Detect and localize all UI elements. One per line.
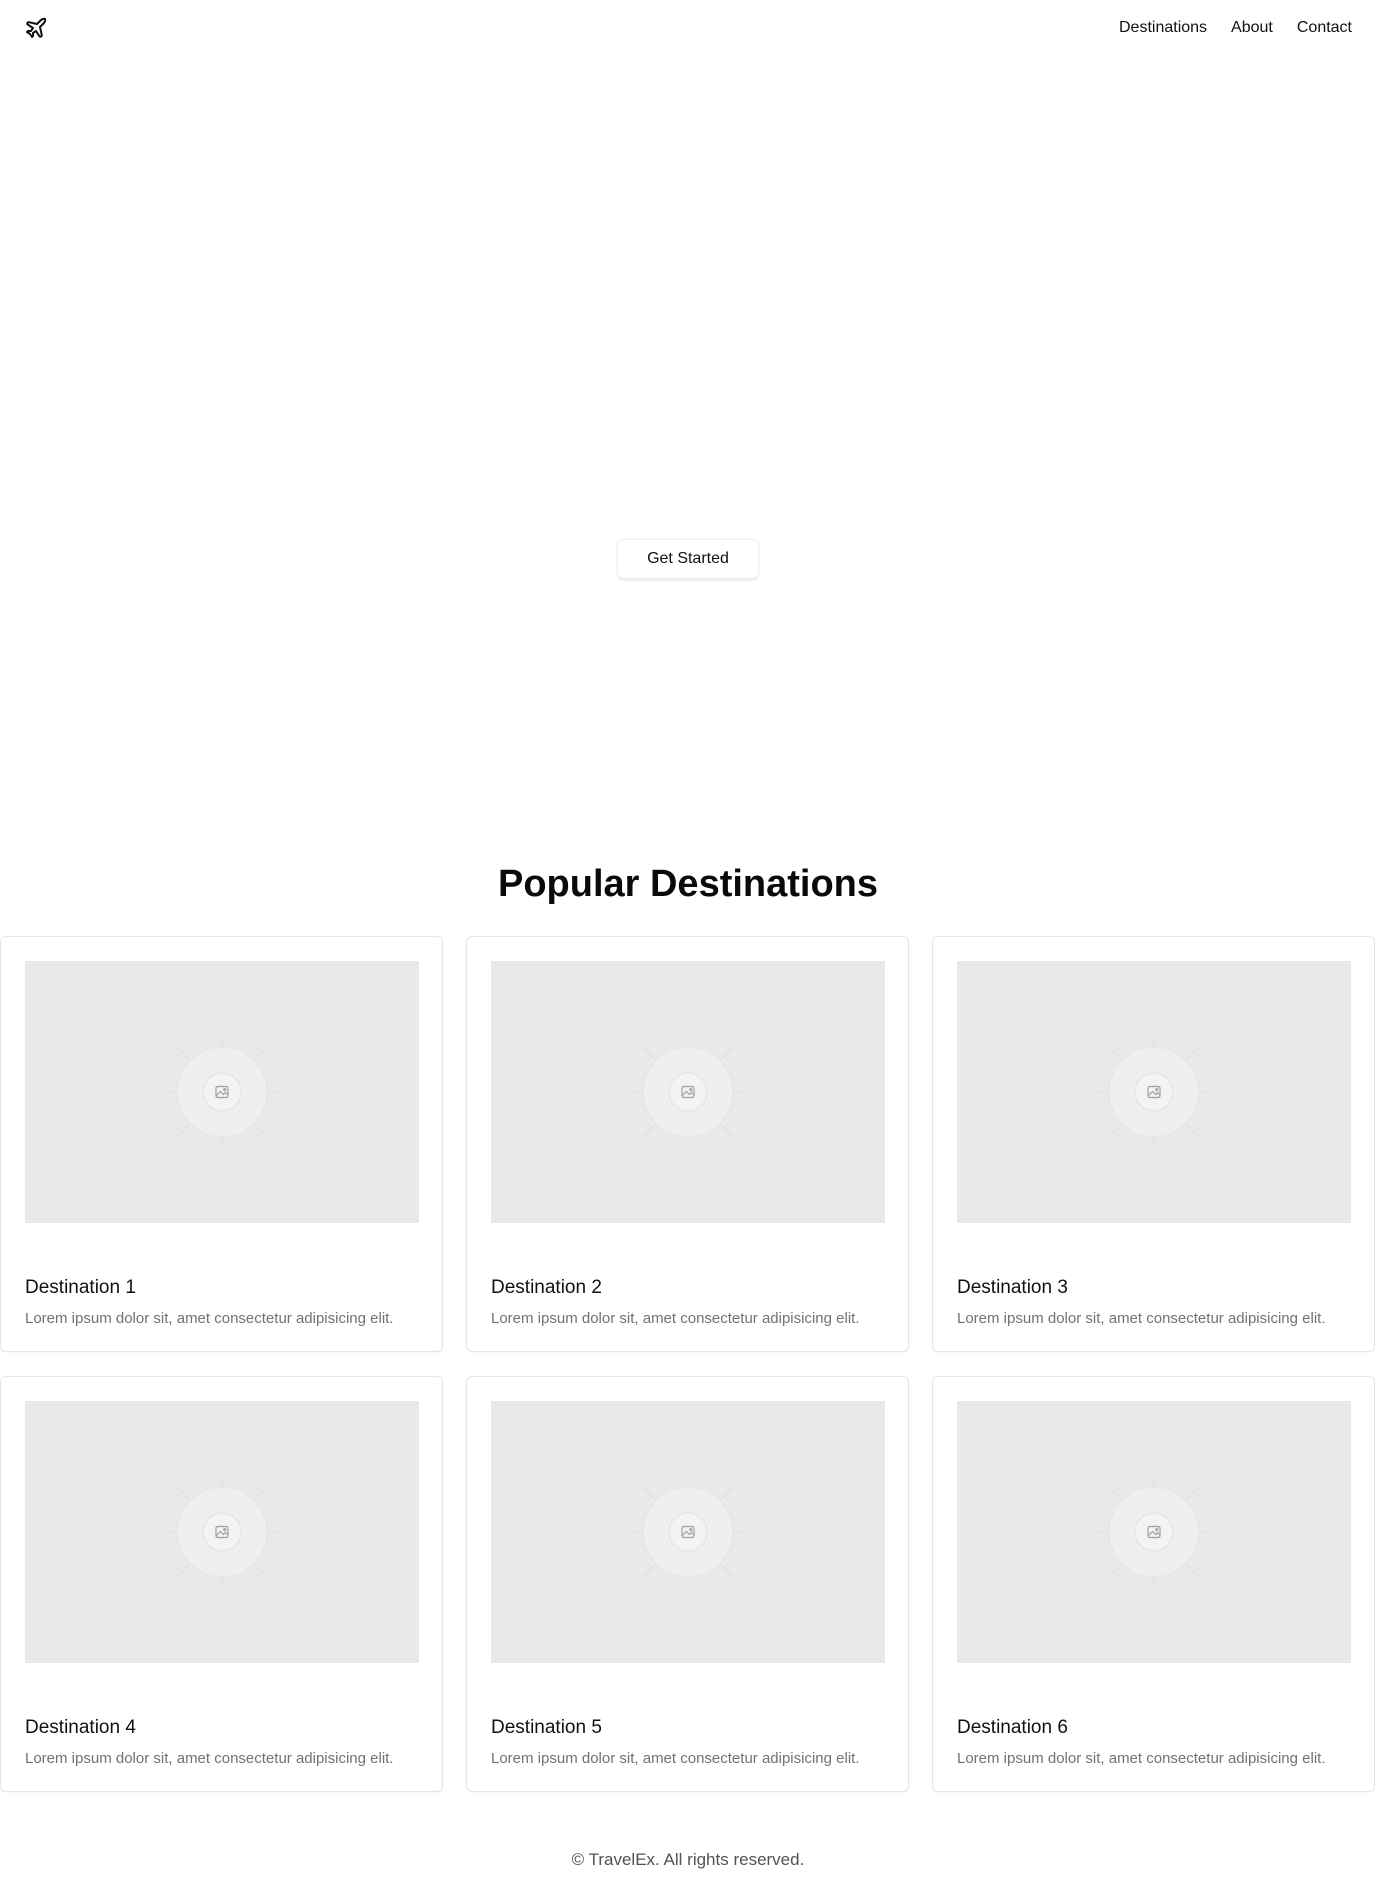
get-started-button[interactable]: Get Started <box>617 539 759 579</box>
destination-card[interactable]: Destination 2 Lorem ipsum dolor sit, ame… <box>466 936 909 1352</box>
destination-grid: Destination 1 Lorem ipsum dolor sit, ame… <box>0 936 1376 1792</box>
destination-description: Lorem ipsum dolor sit, amet consectetur … <box>491 1750 860 1767</box>
destination-description: Lorem ipsum dolor sit, amet consectetur … <box>25 1750 394 1767</box>
site-footer: © TravelEx. All rights reserved. <box>571 1850 805 1869</box>
destination-title: Destination 2 <box>491 1277 602 1298</box>
section-title: Popular Destinations <box>497 863 879 905</box>
destination-title: Destination 1 <box>25 1277 136 1298</box>
destination-image <box>25 961 419 1223</box>
destination-title: Destination 5 <box>491 1717 602 1738</box>
destination-card[interactable]: Destination 3 Lorem ipsum dolor sit, ame… <box>932 936 1375 1352</box>
destination-title: Destination 6 <box>957 1717 1068 1738</box>
destination-image <box>957 961 1351 1223</box>
plane-icon[interactable] <box>24 16 48 40</box>
site-header: Destinations About Contact <box>0 0 1376 56</box>
destination-description: Lorem ipsum dolor sit, amet consectetur … <box>957 1750 1326 1767</box>
destination-image <box>957 1401 1351 1663</box>
destination-title: Destination 3 <box>957 1277 1068 1298</box>
destination-description: Lorem ipsum dolor sit, amet consectetur … <box>25 1310 394 1327</box>
destination-title: Destination 4 <box>25 1717 136 1738</box>
nav-link-contact[interactable]: Contact <box>1297 18 1352 38</box>
destination-description: Lorem ipsum dolor sit, amet consectetur … <box>491 1310 860 1327</box>
destination-card[interactable]: Destination 6 Lorem ipsum dolor sit, ame… <box>932 1376 1375 1792</box>
destination-image <box>25 1401 419 1663</box>
destination-image <box>491 1401 885 1663</box>
nav-link-destinations[interactable]: Destinations <box>1119 18 1207 38</box>
hero-section: Get Started <box>0 56 1376 836</box>
destination-card[interactable]: Destination 5 Lorem ipsum dolor sit, ame… <box>466 1376 909 1792</box>
destination-image <box>491 961 885 1223</box>
destination-description: Lorem ipsum dolor sit, amet consectetur … <box>957 1310 1326 1327</box>
nav-link-about[interactable]: About <box>1231 18 1273 38</box>
main-nav: Destinations About Contact <box>1119 18 1352 38</box>
destination-card[interactable]: Destination 4 Lorem ipsum dolor sit, ame… <box>0 1376 443 1792</box>
destination-card[interactable]: Destination 1 Lorem ipsum dolor sit, ame… <box>0 936 443 1352</box>
